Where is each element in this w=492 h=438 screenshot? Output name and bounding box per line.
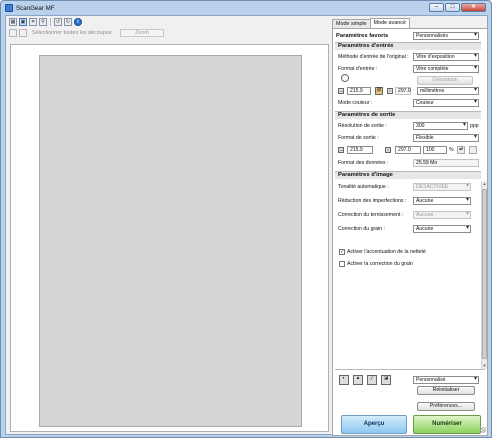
scale-field[interactable]: 100 [423,146,447,154]
orientation-button[interactable]: Orientation [417,76,473,85]
brightness-icon[interactable]: ◐ [339,375,349,385]
output-format-select[interactable]: Flexible [413,134,479,142]
tab-simple-mode[interactable]: Mode simple [332,19,371,28]
settings-panel: Mode simple Mode avancé Paramètres favor… [332,18,488,436]
grain-correction-label: Correction du grain : [338,226,385,232]
data-size-label: Format des données : [338,160,389,166]
fading-correction-select[interactable]: Aucune [413,211,471,219]
toolbar: ▦ ▣ ⌗ ⚲ ↺ ↻ i [9,17,82,27]
input-width-field[interactable]: 215.9 [347,87,371,95]
size-grip[interactable] [480,427,486,433]
swap-icon[interactable]: ⇄ [457,146,465,154]
orientation-icon [341,74,349,82]
image-settings-heading: Paramètres d'image [335,171,481,179]
data-size-value: 25.59 Mo [413,159,479,167]
info-icon[interactable]: i [74,18,82,26]
input-method-select[interactable]: Vitre d'exposition [413,53,479,61]
unit-select[interactable]: millimètres [417,87,479,95]
scangear-window: ScanGear MF – □ ✕ ▦ ▣ ⌗ ⚲ ↺ ↻ i Sélectio… [0,0,492,438]
grain-checkbox-label: Activer la correction du grain [347,261,413,267]
resolution-unit: ppp [470,123,479,129]
output-width-field[interactable]: 215.9 [347,146,373,154]
window-title: ScanGear MF [16,5,55,12]
zoom-icon[interactable]: ⚲ [39,18,47,26]
scan-button[interactable]: Numériser [413,415,481,434]
auto-tone-select[interactable]: DÉSACTIVÉE [413,183,471,191]
input-format-select[interactable]: Vitre complète [413,65,479,73]
histogram-icon[interactable]: ▲ [353,375,363,385]
thumbnail-icon[interactable]: ▦ [9,18,17,26]
zoom-button[interactable]: Zoom [120,29,164,37]
toolbar-separator [50,18,51,26]
minimize-button[interactable]: – [429,3,444,12]
scroll-thumb[interactable] [482,189,487,359]
sharpen-label: Activer l'accentuation de la netteté [347,249,426,255]
fading-correction-label: Correction du ternissement : [338,212,404,218]
title-bar: ScanGear MF – □ ✕ [1,1,491,15]
input-height-field[interactable]: 297.0 [395,87,411,95]
input-format-label: Format d'entrée : [338,66,378,72]
tab-advanced-mode[interactable]: Mode avancé [369,18,410,28]
output-height-field[interactable]: 297.0 [395,146,421,154]
clear-crop-icon[interactable] [19,29,27,37]
height-icon: ↕ [387,88,393,94]
input-method-label: Méthode d'entrée de l'original : [338,54,409,60]
tone-preset-select[interactable]: Personnalisé [413,376,479,384]
close-button[interactable]: ✕ [461,3,486,12]
scroll-up-icon[interactable]: ▴ [482,181,487,187]
toolbar-row-2: Sélectionner toutes les découpes [9,28,111,38]
scale-unit: % [449,147,454,153]
output-height-icon: ↕ [385,147,391,153]
reduce-imperfections-label: Réduction des imperfections : [338,198,407,204]
whole-image-icon[interactable]: ▣ [19,18,27,26]
favorites-select[interactable]: Personnalisés [413,32,479,40]
crop-frame-icon[interactable] [9,29,17,37]
aspect-icon[interactable] [469,146,477,154]
reduce-imperfections-select[interactable]: Aucune [413,197,471,205]
grain-checkbox[interactable] [339,261,345,267]
input-settings-heading: Paramètres d'entrée [335,42,481,50]
preview-page[interactable] [39,55,302,427]
rotate-right-icon[interactable]: ↻ [64,18,72,26]
crop-icon[interactable]: ⌗ [29,18,37,26]
favorites-heading: Paramètres favoris [336,33,389,39]
output-format-label: Format de sortie : [338,135,379,141]
aspect-lock-icon[interactable]: ⛓ [375,87,383,95]
app-icon [5,4,13,12]
width-icon: ↔ [338,88,344,94]
settings-scrollbar[interactable]: ▴ ▾ [481,181,487,369]
sharpen-checkbox[interactable]: ✓ [339,249,345,255]
client-area: ▦ ▣ ⌗ ⚲ ↺ ↻ i Sélectionner toutes les dé… [5,15,488,436]
maximize-button[interactable]: □ [445,3,460,12]
threshold-icon[interactable]: ◪ [381,375,391,385]
preferences-button[interactable]: Préférences... [417,402,475,411]
output-resolution-select[interactable]: 300 [413,122,468,130]
output-resolution-label: Résolution de sortie : [338,123,387,129]
output-settings-heading: Paramètres de sortie [335,111,481,119]
panel-divider [335,369,485,370]
auto-tone-label: Tonalité automatique : [338,184,389,190]
grain-correction-select[interactable]: Aucune [413,225,471,233]
preview-button[interactable]: Aperçu [341,415,407,434]
color-mode-label: Mode couleur : [338,100,373,106]
output-width-icon: ↔ [338,147,344,153]
rotate-left-icon[interactable]: ↺ [54,18,62,26]
tone-curve-icon[interactable]: ╱ [367,375,377,385]
advanced-mode-body: Paramètres favoris Personnalisés Paramèt… [332,28,488,436]
reset-button[interactable]: Réinitialiser [417,386,475,395]
select-all-crops-button[interactable]: Sélectionner toutes les découpes [32,30,111,36]
preview-area[interactable] [10,44,329,432]
color-mode-select[interactable]: Couleur [413,99,479,107]
